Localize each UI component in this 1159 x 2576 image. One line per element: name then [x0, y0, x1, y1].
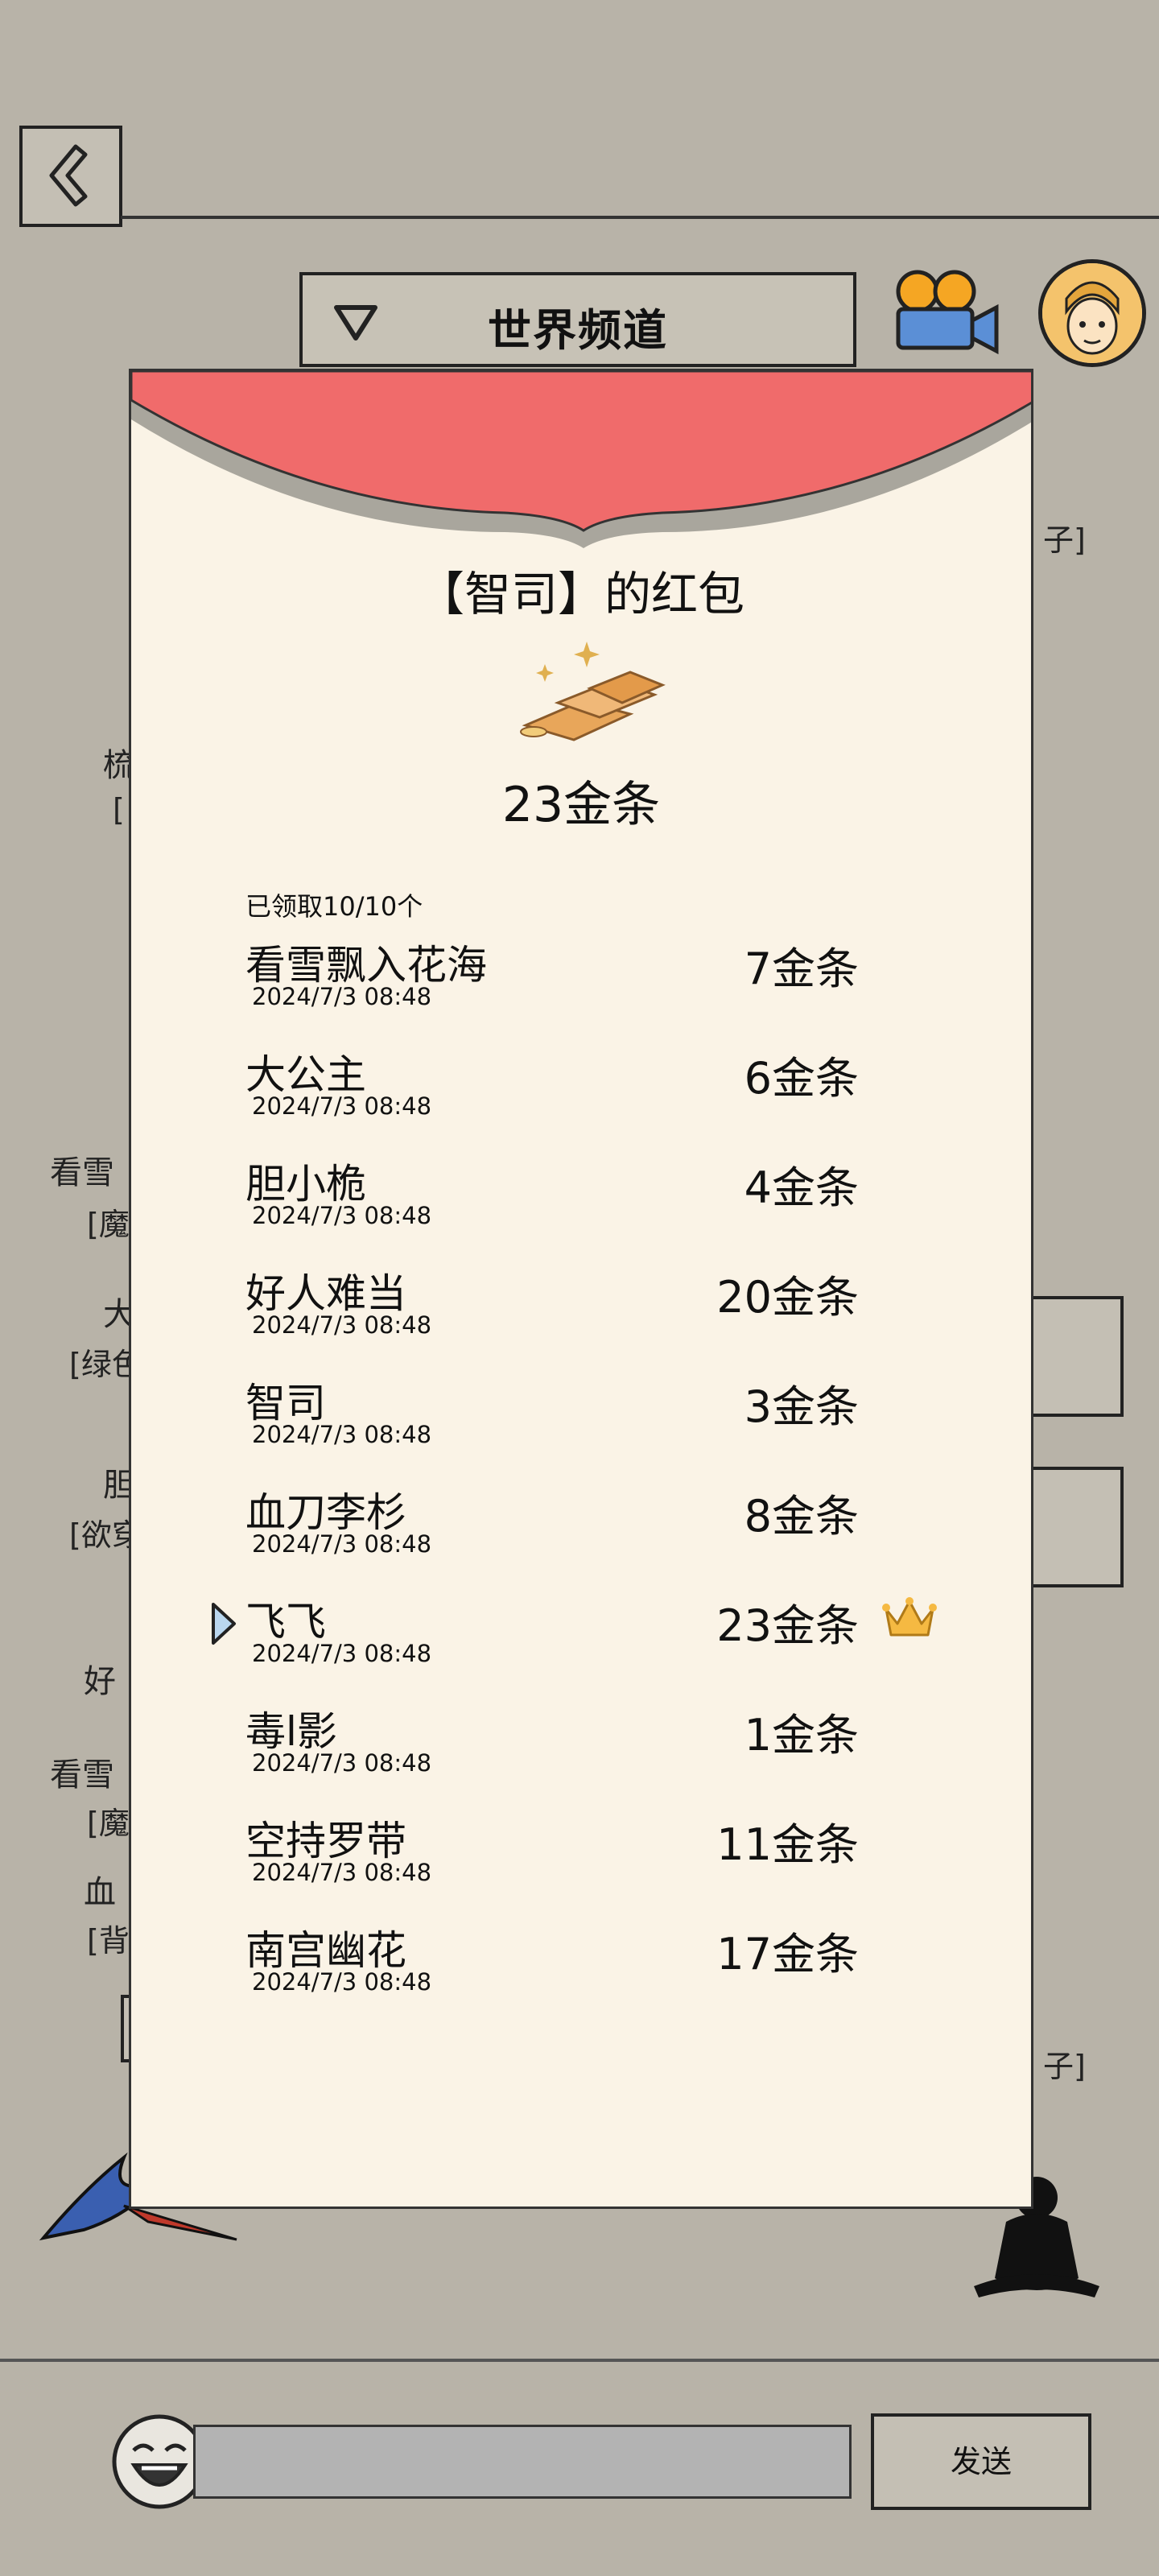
back-arrow-icon	[49, 144, 88, 207]
bg-chat-fragment: [魔	[87, 1806, 130, 1841]
claim-row: 智司 2024/7/3 08:48 3金条	[131, 1371, 1031, 1480]
claim-row: 血刀李杉 2024/7/3 08:48 8金条	[131, 1480, 1031, 1590]
claim-amount: 20金条	[716, 1272, 859, 1323]
claim-row: 毒l影 2024/7/3 08:48 1金条	[131, 1699, 1031, 1809]
claim-row: 好人难当 2024/7/3 08:48 20金条	[131, 1261, 1031, 1371]
send-button[interactable]: 发送	[871, 2413, 1091, 2510]
claim-time: 2024/7/3 08:48	[252, 1202, 432, 1229]
current-user-marker-icon	[212, 1603, 236, 1645]
bg-chat-fragment: [	[113, 792, 125, 828]
claim-row: 胆小桅 2024/7/3 08:48 4金条	[131, 1152, 1031, 1261]
claim-row-current-user: 飞飞 2024/7/3 08:48 23金条	[131, 1590, 1031, 1699]
header-divider	[121, 216, 1159, 219]
claim-time: 2024/7/3 08:48	[252, 1530, 432, 1558]
red-packet-dialog: 【智司】的红包 23金条 已领取10/10个 看雪飘入花海 2024/7/3 0…	[129, 369, 1033, 2209]
bg-chat-fragment: 好	[84, 1663, 116, 1700]
channel-selector[interactable]: 世界频道	[299, 272, 856, 367]
bg-chat-fragment: [魔	[87, 1207, 130, 1242]
claim-time: 2024/7/3 08:48	[252, 1421, 432, 1448]
red-packet-total: 23金条	[501, 777, 661, 833]
bg-chat-fragment: 子]	[1043, 2049, 1086, 2084]
chat-input[interactable]	[193, 2425, 852, 2499]
claim-time: 2024/7/3 08:48	[252, 1311, 432, 1339]
claim-time: 2024/7/3 08:48	[252, 1640, 432, 1667]
gold-bars-icon	[520, 642, 666, 741]
claim-amount: 11金条	[716, 1819, 859, 1870]
claimed-count: 已领取10/10个	[245, 891, 423, 922]
claim-row: 空持罗带 2024/7/3 08:48 11金条	[131, 1809, 1031, 1918]
claim-amount: 8金条	[744, 1491, 859, 1542]
video-camera-button[interactable]	[889, 267, 1001, 362]
bg-chat-fragment: 血	[84, 1874, 116, 1911]
claim-amount: 4金条	[744, 1162, 859, 1213]
claim-amount: 23金条	[716, 1600, 859, 1651]
claim-row: 看雪飘入花海 2024/7/3 08:48 7金条	[131, 933, 1031, 1042]
claim-row: 大公主 2024/7/3 08:48 6金条	[131, 1042, 1031, 1152]
claim-time: 2024/7/3 08:48	[252, 983, 432, 1010]
red-packet-title: 【智司】的红包	[417, 567, 744, 621]
claim-amount: 17金条	[716, 1929, 859, 1979]
claim-amount: 7金条	[744, 943, 859, 994]
best-luck-crown-icon	[882, 1597, 937, 1637]
footer-divider	[0, 2359, 1159, 2362]
bg-chat-fragment: [背	[87, 1923, 130, 1959]
video-camera-icon	[896, 270, 999, 355]
claim-time: 2024/7/3 08:48	[252, 1092, 432, 1120]
claim-time: 2024/7/3 08:48	[252, 1859, 432, 1886]
bg-chat-fragment: 看雪	[50, 1154, 114, 1191]
claim-amount: 3金条	[744, 1381, 859, 1432]
claim-time: 2024/7/3 08:48	[252, 1968, 432, 1996]
claim-time: 2024/7/3 08:48	[252, 1749, 432, 1777]
claim-amount: 1金条	[744, 1710, 859, 1761]
claim-row: 南宫幽花 2024/7/3 08:48 17金条	[131, 1918, 1031, 2028]
bg-chat-fragment: 子]	[1043, 522, 1086, 558]
user-avatar[interactable]	[1038, 259, 1146, 367]
claim-amount: 6金条	[744, 1053, 859, 1104]
back-button[interactable]	[19, 126, 122, 227]
channel-title: 世界频道	[488, 305, 668, 356]
red-packet-flap	[131, 371, 1031, 548]
bg-chat-fragment: 看雪	[50, 1757, 114, 1794]
avatar-face-icon	[1042, 263, 1142, 363]
